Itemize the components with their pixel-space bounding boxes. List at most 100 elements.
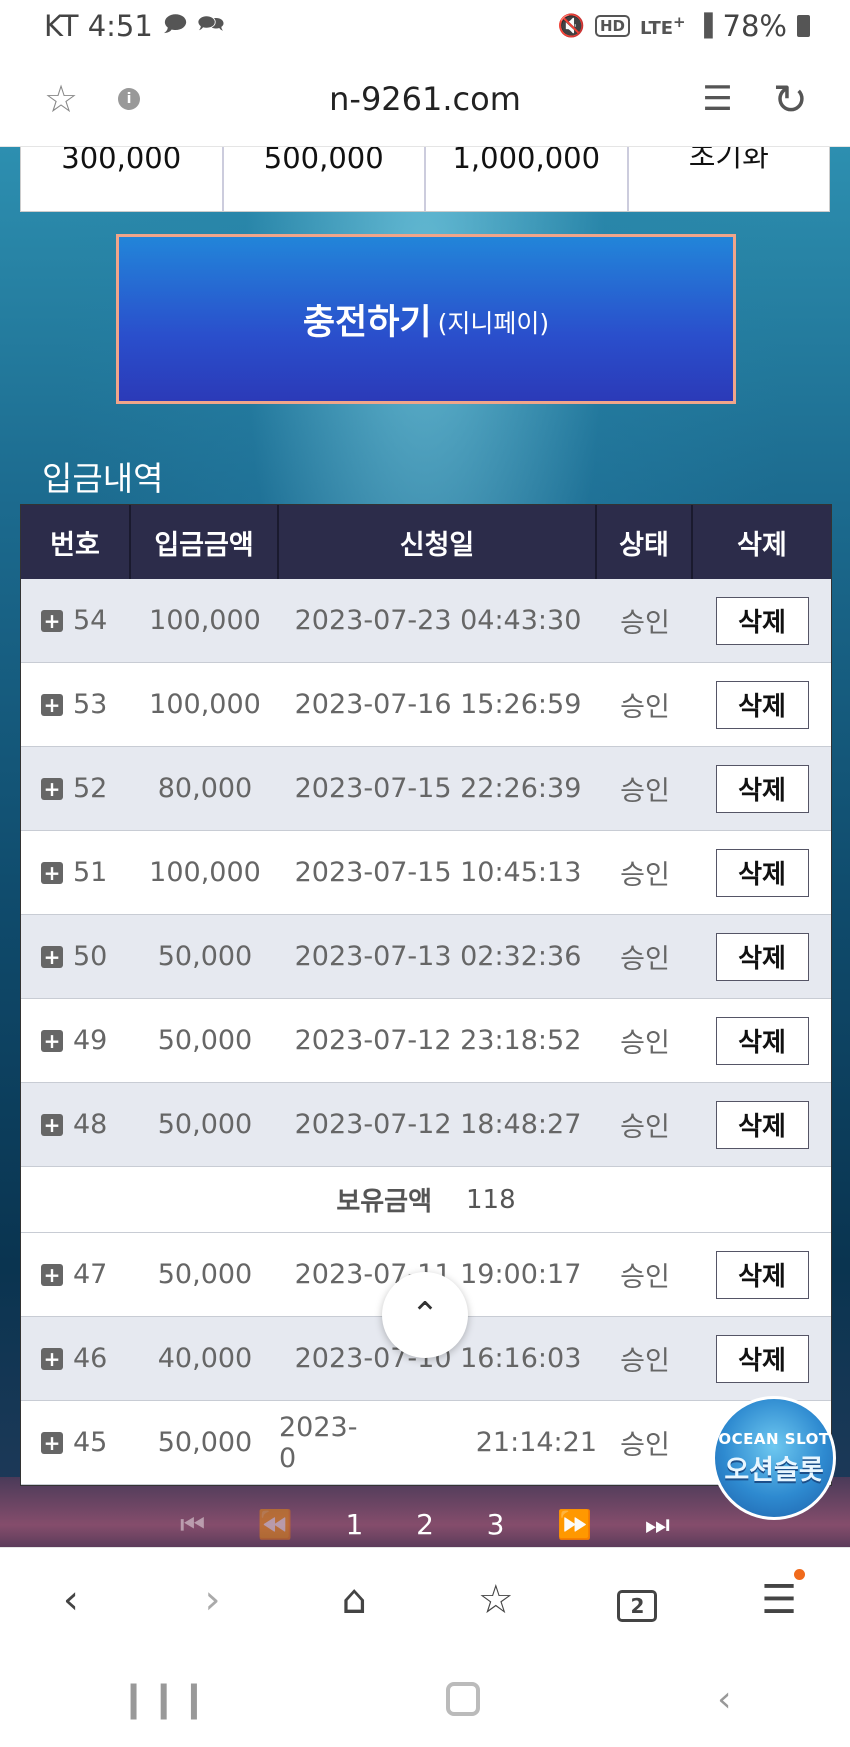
amount-option-300000[interactable]: 300,000: [21, 147, 224, 211]
mute-icon: 🔇: [557, 13, 585, 39]
balance-value: 118: [466, 1184, 516, 1215]
row-amount: 100,000: [149, 689, 261, 720]
expand-plus-icon[interactable]: +: [41, 1263, 63, 1286]
chat-bubble-icon: 🗩: [162, 12, 188, 37]
row-no: 49: [73, 1025, 108, 1056]
last-page-icon[interactable]: ⏭: [645, 1508, 670, 1542]
reset-button[interactable]: 초기화: [629, 147, 830, 211]
row-date: 2023-07-15 10:45:13: [294, 857, 582, 888]
row-status: 승인: [620, 776, 670, 807]
bookmarks-icon[interactable]: ☆: [466, 1577, 526, 1623]
column-header-status: 상태: [597, 505, 693, 579]
row-no: 54: [73, 605, 108, 636]
row-date: 2023-0 21:14:21: [279, 1401, 597, 1484]
scroll-to-top-button[interactable]: ⌃: [382, 1272, 468, 1358]
forward-icon[interactable]: ›: [182, 1577, 242, 1623]
status-bar: KT 4:51 🗩 🗪 🔇 HD LTE+ ▐ 78%: [0, 0, 850, 52]
expand-plus-icon[interactable]: +: [41, 777, 63, 800]
expand-plus-icon[interactable]: +: [41, 609, 63, 632]
charge-button[interactable]: 충전하기 (지니페이): [116, 234, 736, 404]
row-status: 승인: [620, 692, 670, 723]
row-date: 2023-07-13 02:32:36: [294, 941, 582, 972]
expand-plus-icon[interactable]: +: [41, 1431, 63, 1454]
table-row[interactable]: +45 50,000 2023-0 21:14:21 승인: [21, 1401, 831, 1485]
first-page-icon[interactable]: ⏮: [180, 1508, 205, 1542]
bookmark-star-icon[interactable]: ☆: [44, 77, 78, 121]
charge-button-label: 충전하기: [302, 302, 432, 343]
expand-plus-icon[interactable]: +: [41, 1029, 63, 1052]
pagination: ⏮ ⏪ 1 2 3 ⏩ ⏭: [160, 1502, 690, 1547]
notification-dot: [794, 1568, 806, 1580]
site-info-icon[interactable]: i: [118, 88, 141, 110]
delete-button[interactable]: 삭제: [715, 932, 809, 981]
home-icon[interactable]: ⌂: [324, 1577, 384, 1623]
row-amount: 50,000: [157, 1109, 253, 1140]
table-row[interactable]: +49 50,000 2023-07-12 23:18:52 승인 삭제: [21, 999, 831, 1083]
balance-row: 보유금액 118: [21, 1167, 831, 1233]
next-page-icon[interactable]: ⏩: [557, 1508, 592, 1541]
back-button-icon[interactable]: ‹: [717, 1679, 731, 1720]
expand-plus-icon[interactable]: +: [41, 861, 63, 884]
reload-icon[interactable]: ↻: [773, 75, 808, 124]
amount-options: 300,000 500,000 1,000,000 초기화: [20, 147, 830, 212]
page-number[interactable]: 1: [346, 1508, 364, 1541]
prev-page-icon[interactable]: ⏪: [258, 1508, 293, 1541]
carrier-time: KT 4:51: [44, 9, 153, 43]
back-icon[interactable]: ‹: [41, 1577, 101, 1623]
delete-button[interactable]: 삭제: [715, 1334, 809, 1383]
chevron-up-icon: ⌃: [410, 1295, 440, 1335]
row-amount: 50,000: [157, 941, 253, 972]
row-status: 승인: [620, 1430, 670, 1461]
tabs-button[interactable]: 2: [607, 1577, 667, 1623]
page-number[interactable]: 2: [416, 1508, 434, 1541]
balance-label: 보유금액: [336, 1187, 433, 1217]
page-number[interactable]: 3: [487, 1508, 505, 1541]
expand-plus-icon[interactable]: +: [41, 1113, 63, 1136]
row-date: 2023-07-16 15:26:59: [294, 689, 582, 720]
row-amount: 40,000: [157, 1343, 253, 1374]
delete-button[interactable]: 삭제: [715, 1250, 809, 1299]
expand-plus-icon[interactable]: +: [41, 945, 63, 968]
status-left: KT 4:51 🗩 🗪: [44, 7, 225, 45]
row-status: 승인: [620, 1346, 670, 1377]
table-row[interactable]: +48 50,000 2023-07-12 18:48:27 승인 삭제: [21, 1083, 831, 1167]
menu-icon[interactable]: ☰: [749, 1568, 809, 1623]
row-no: 52: [73, 773, 108, 804]
ocean-slot-logo[interactable]: OCEAN SLOT 오션슬롯: [712, 1396, 836, 1520]
table-row[interactable]: +53 100,000 2023-07-16 15:26:59 승인 삭제: [21, 663, 831, 747]
amount-option-1000000[interactable]: 1,000,000: [426, 147, 629, 211]
address-bar: ☆ i n-9261.com ☰ ↻: [0, 52, 850, 147]
delete-button[interactable]: 삭제: [715, 680, 809, 729]
home-button-icon[interactable]: [446, 1682, 481, 1716]
delete-button[interactable]: 삭제: [715, 1016, 809, 1065]
table-row[interactable]: +50 50,000 2023-07-13 02:32:36 승인 삭제: [21, 915, 831, 999]
charge-button-sublabel: (지니페이): [437, 309, 550, 338]
tabs-count: 2: [617, 1589, 658, 1622]
row-date: 2023-07-12 18:48:27: [294, 1109, 582, 1140]
amount-option-500000[interactable]: 500,000: [224, 147, 426, 211]
table-row[interactable]: +54 100,000 2023-07-23 04:43:30 승인 삭제: [21, 579, 831, 663]
status-right: 🔇 HD LTE+ ▐ 78%: [558, 9, 810, 43]
delete-button[interactable]: 삭제: [715, 764, 809, 813]
row-status: 승인: [620, 944, 670, 975]
table-row[interactable]: +51 100,000 2023-07-15 10:45:13 승인 삭제: [21, 831, 831, 915]
recent-apps-icon[interactable]: ❙❙❙: [119, 1679, 210, 1720]
row-status: 승인: [620, 1028, 670, 1059]
battery-level: 78%: [722, 9, 787, 43]
delete-button[interactable]: 삭제: [715, 848, 809, 897]
row-status: 승인: [620, 860, 670, 891]
table-row[interactable]: +52 80,000 2023-07-15 22:26:39 승인 삭제: [21, 747, 831, 831]
expand-plus-icon[interactable]: +: [41, 693, 63, 716]
expand-plus-icon[interactable]: +: [41, 1347, 63, 1370]
row-status: 승인: [620, 1112, 670, 1143]
battery-icon: [797, 15, 810, 37]
reader-mode-icon[interactable]: ☰: [702, 79, 732, 119]
hd-icon: HD: [594, 15, 630, 37]
row-amount: 100,000: [149, 605, 261, 636]
delete-button[interactable]: 삭제: [715, 1100, 809, 1149]
delete-button[interactable]: 삭제: [715, 596, 809, 645]
browser-toolbar: ‹ › ⌂ ☆ 2 ☰: [0, 1547, 850, 1651]
column-header-amount: 입금금액: [131, 505, 279, 579]
column-header-no: 번호: [21, 505, 131, 579]
row-no: 46: [73, 1343, 108, 1374]
